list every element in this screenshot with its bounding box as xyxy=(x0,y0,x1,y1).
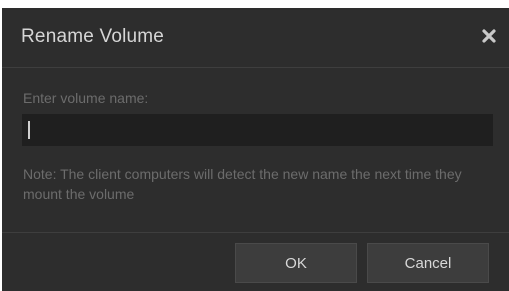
cancel-button[interactable]: Cancel xyxy=(367,243,489,283)
volume-name-input[interactable] xyxy=(22,114,493,146)
dialog-footer: OK Cancel xyxy=(2,232,509,291)
close-icon[interactable] xyxy=(481,28,497,44)
dialog-header: Rename Volume xyxy=(2,8,509,68)
dialog-body: Enter volume name: Note: The client comp… xyxy=(2,68,509,232)
dialog-title: Rename Volume xyxy=(21,26,165,47)
rename-note: Note: The client computers will detect t… xyxy=(23,166,462,202)
text-cursor xyxy=(28,121,30,139)
ok-button[interactable]: OK xyxy=(235,243,357,283)
rename-volume-dialog: Rename Volume Enter volume name: Note: T… xyxy=(2,8,509,291)
volume-name-label: Enter volume name: xyxy=(23,90,149,106)
